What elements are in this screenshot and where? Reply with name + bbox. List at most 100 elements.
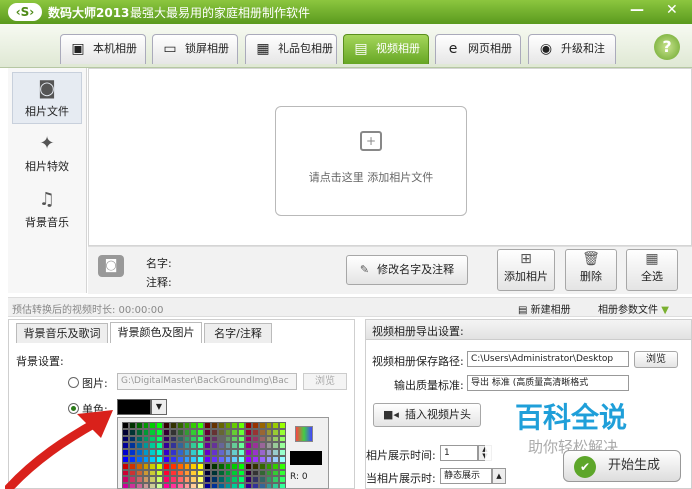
palette-cell[interactable] (163, 422, 170, 429)
add-photo-button[interactable]: ⊞ 添加相片 (497, 249, 555, 291)
palette-cell[interactable] (142, 442, 150, 450)
palette-cell[interactable] (258, 462, 266, 470)
palette-cell[interactable] (190, 456, 198, 463)
palette-cell[interactable] (128, 428, 136, 436)
tab-gift-album[interactable]: ▦ 礼品包相册 (245, 34, 337, 64)
palette-cell[interactable] (238, 449, 245, 456)
palette-cell[interactable] (142, 483, 150, 488)
sidebar-item-photo-effects[interactable]: ✦ 相片特效 (12, 128, 82, 180)
palette-cell[interactable] (231, 435, 239, 443)
palette-cell[interactable] (135, 483, 143, 488)
palette-cell[interactable] (176, 462, 184, 470)
tab-video-album[interactable]: ▤ 视频相册 (343, 34, 429, 64)
palette-cell[interactable] (156, 435, 163, 443)
palette-cell[interactable] (169, 442, 177, 450)
tab-music-lyrics[interactable]: 背景音乐及歌词 (16, 323, 108, 343)
palette-cell[interactable] (217, 442, 225, 450)
display-time-field[interactable]: 1 (440, 445, 478, 461)
palette-cell[interactable] (210, 442, 218, 450)
palette-cell[interactable] (279, 476, 286, 484)
palette-cell[interactable] (210, 469, 218, 477)
palette-cell[interactable] (163, 469, 170, 477)
palette-cell[interactable] (245, 469, 252, 477)
palette-cell[interactable] (163, 428, 170, 436)
insert-header-button[interactable]: ■◂ 插入视频片头 (373, 403, 481, 427)
palette-cell[interactable] (279, 456, 286, 463)
palette-cell[interactable] (217, 469, 225, 477)
palette-cell[interactable] (176, 449, 184, 456)
palette-cell[interactable] (183, 456, 191, 463)
palette-cell[interactable] (224, 422, 232, 429)
palette-cell[interactable] (258, 435, 266, 443)
palette-cell[interactable] (238, 456, 245, 463)
tab-web-album[interactable]: e 网页相册 (435, 34, 521, 64)
palette-cell[interactable] (238, 428, 245, 436)
image-browse-button[interactable]: 浏览 (303, 373, 347, 390)
palette-cell[interactable] (135, 449, 143, 456)
palette-cell[interactable] (210, 476, 218, 484)
palette-cell[interactable] (210, 428, 218, 436)
palette-cell[interactable] (183, 483, 191, 488)
palette-cell[interactable] (258, 476, 266, 484)
palette-cell[interactable] (265, 476, 273, 484)
palette-cell[interactable] (156, 422, 163, 429)
palette-cell[interactable] (210, 449, 218, 456)
palette-cell[interactable] (169, 469, 177, 477)
palette-cell[interactable] (190, 422, 198, 429)
palette-cell[interactable] (224, 462, 232, 470)
palette-cell[interactable] (231, 456, 239, 463)
palette-cell[interactable] (135, 462, 143, 470)
palette-cell[interactable] (169, 483, 177, 488)
palette-cell[interactable] (149, 456, 157, 463)
palette-cell[interactable] (251, 469, 259, 477)
palette-cell[interactable] (142, 469, 150, 477)
palette-cell[interactable] (135, 456, 143, 463)
palette-cell[interactable] (149, 428, 157, 436)
palette-cell[interactable] (163, 462, 170, 470)
tab-bg-color-image[interactable]: 背景颜色及图片 (110, 322, 202, 343)
palette-cell[interactable] (251, 428, 259, 436)
palette-cell[interactable] (238, 483, 245, 488)
palette-cell[interactable] (258, 456, 266, 463)
palette-cell[interactable] (204, 422, 211, 429)
palette-cell[interactable] (224, 483, 232, 488)
palette-cell[interactable] (135, 435, 143, 443)
palette-cell[interactable] (279, 483, 286, 488)
palette-cell[interactable] (190, 476, 198, 484)
palette-cell[interactable] (204, 442, 211, 450)
palette-cell[interactable] (128, 435, 136, 443)
palette-cell[interactable] (204, 456, 211, 463)
palette-cell[interactable] (169, 456, 177, 463)
palette-cell[interactable] (128, 462, 136, 470)
palette-cell[interactable] (183, 449, 191, 456)
palette-cell[interactable] (231, 449, 239, 456)
palette-cell[interactable] (163, 483, 170, 488)
palette-cell[interactable] (156, 469, 163, 477)
palette-cell[interactable] (142, 428, 150, 436)
palette-cell[interactable] (128, 476, 136, 484)
palette-cell[interactable] (279, 435, 286, 443)
palette-cell[interactable] (163, 456, 170, 463)
palette-cell[interactable] (169, 422, 177, 429)
palette-cell[interactable] (279, 422, 286, 429)
palette-cell[interactable] (169, 428, 177, 436)
palette-cell[interactable] (169, 449, 177, 456)
palette-cell[interactable] (251, 476, 259, 484)
palette-cell[interactable] (163, 442, 170, 450)
tab-name-note[interactable]: 名字/注释 (204, 323, 272, 343)
palette-cell[interactable] (265, 442, 273, 450)
current-display-select[interactable]: 静态展示 (440, 468, 492, 484)
palette-cell[interactable] (197, 442, 204, 450)
palette-cell[interactable] (245, 462, 252, 470)
current-display-dropdown-icon[interactable]: ▲ (492, 468, 506, 484)
palette-cell[interactable] (183, 422, 191, 429)
palette-cell[interactable] (156, 442, 163, 450)
palette-cell[interactable] (245, 456, 252, 463)
minimize-button[interactable]: — (630, 2, 644, 18)
new-album-link[interactable]: ▤ 新建相册 (518, 301, 571, 316)
save-path-browse-button[interactable]: 浏览 (634, 351, 678, 368)
palette-cell[interactable] (190, 442, 198, 450)
palette-cell[interactable] (156, 456, 163, 463)
palette-cell[interactable] (272, 483, 280, 488)
palette-cell[interactable] (245, 422, 252, 429)
